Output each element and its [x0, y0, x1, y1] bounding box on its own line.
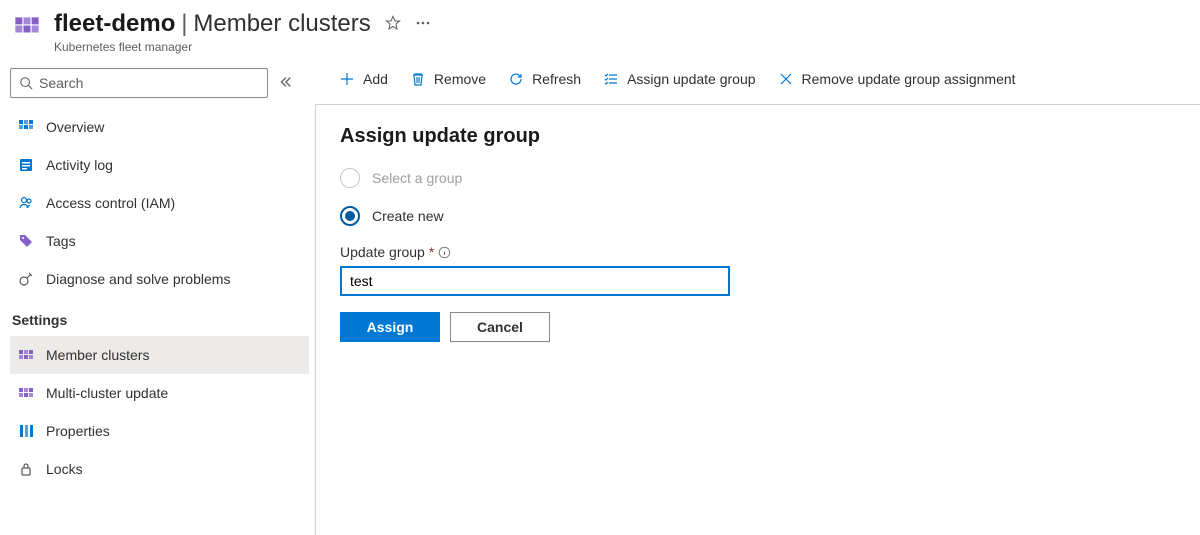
locks-icon: [18, 461, 34, 477]
service-subtitle: Kubernetes fleet manager: [54, 40, 431, 54]
radio-select-group[interactable]: Select a group: [340, 168, 1176, 188]
diagnose-icon: [18, 271, 34, 287]
radio-icon: [340, 168, 360, 188]
sidebar-item-locks[interactable]: Locks: [10, 450, 309, 488]
sidebar-item-diagnose[interactable]: Diagnose and solve problems: [10, 260, 309, 298]
update-group-label: Update group *: [340, 244, 1176, 260]
toolbar-label: Remove: [434, 71, 486, 87]
info-icon[interactable]: [438, 246, 451, 259]
title-separator: |: [181, 10, 187, 37]
sidebar-item-label: Locks: [46, 461, 83, 477]
sidebar-item-iam[interactable]: Access control (IAM): [10, 184, 309, 222]
page-title: fleet-demo | Member clusters: [54, 10, 371, 38]
iam-icon: [18, 195, 34, 211]
trash-icon: [410, 71, 426, 87]
sidebar-item-overview[interactable]: Overview: [10, 108, 309, 146]
remove-update-group-assignment-button[interactable]: Remove update group assignment: [776, 67, 1018, 91]
sidebar-item-label: Overview: [46, 119, 104, 135]
member-clusters-icon: [18, 347, 34, 363]
radio-create-new[interactable]: Create new: [340, 206, 1176, 226]
activity-log-icon: [18, 157, 34, 173]
fleet-resource-icon: [12, 14, 42, 44]
sidebar-item-multi-cluster-update[interactable]: Multi-cluster update: [10, 374, 309, 412]
required-asterisk: *: [429, 244, 434, 260]
add-button[interactable]: Add: [337, 67, 390, 91]
multi-cluster-update-icon: [18, 385, 34, 401]
sidebar-item-tags[interactable]: Tags: [10, 222, 309, 260]
command-bar: Add Remove Refresh Assign update group R…: [315, 60, 1200, 104]
refresh-icon: [508, 71, 524, 87]
search-icon: [19, 76, 33, 90]
sidebar-item-label: Tags: [46, 233, 76, 249]
radio-label: Select a group: [372, 170, 462, 186]
tags-icon: [18, 233, 34, 249]
sidebar-item-label: Multi-cluster update: [46, 385, 168, 401]
toolbar-label: Assign update group: [627, 71, 755, 87]
assign-button[interactable]: Assign: [340, 312, 440, 342]
sidebar-item-properties[interactable]: Properties: [10, 412, 309, 450]
sidebar-search[interactable]: [10, 68, 268, 98]
refresh-button[interactable]: Refresh: [506, 67, 583, 91]
properties-icon: [18, 423, 34, 439]
favorite-star-icon[interactable]: [385, 15, 401, 34]
sidebar-item-label: Properties: [46, 423, 110, 439]
sidebar-item-label: Diagnose and solve problems: [46, 271, 230, 287]
cancel-button[interactable]: Cancel: [450, 312, 550, 342]
remove-button[interactable]: Remove: [408, 67, 488, 91]
sidebar-item-member-clusters[interactable]: Member clusters: [10, 336, 309, 374]
more-actions-icon[interactable]: [415, 15, 431, 34]
sidebar-item-label: Activity log: [46, 157, 113, 173]
x-icon: [778, 71, 794, 87]
sidebar-item-activity-log[interactable]: Activity log: [10, 146, 309, 184]
assign-update-group-panel: Assign update group Select a group Creat…: [315, 104, 1200, 535]
overview-icon: [18, 119, 34, 135]
blade-name: Member clusters: [193, 10, 370, 37]
toolbar-label: Remove update group assignment: [802, 71, 1016, 87]
panel-title: Assign update group: [340, 125, 1176, 148]
plus-icon: [339, 71, 355, 87]
assign-update-group-button[interactable]: Assign update group: [601, 67, 757, 91]
radio-icon: [340, 206, 360, 226]
collapse-sidebar-icon[interactable]: [278, 75, 292, 92]
sidebar-item-label: Access control (IAM): [46, 195, 175, 211]
toolbar-label: Refresh: [532, 71, 581, 87]
toolbar-label: Add: [363, 71, 388, 87]
update-group-input[interactable]: [340, 266, 730, 296]
list-check-icon: [603, 71, 619, 87]
search-input[interactable]: [39, 75, 259, 91]
resource-name: fleet-demo: [54, 10, 175, 37]
radio-label: Create new: [372, 208, 444, 224]
sidebar-section-settings: Settings: [10, 298, 309, 336]
sidebar: Overview Activity log Access control (IA…: [0, 60, 315, 535]
sidebar-item-label: Member clusters: [46, 347, 149, 363]
